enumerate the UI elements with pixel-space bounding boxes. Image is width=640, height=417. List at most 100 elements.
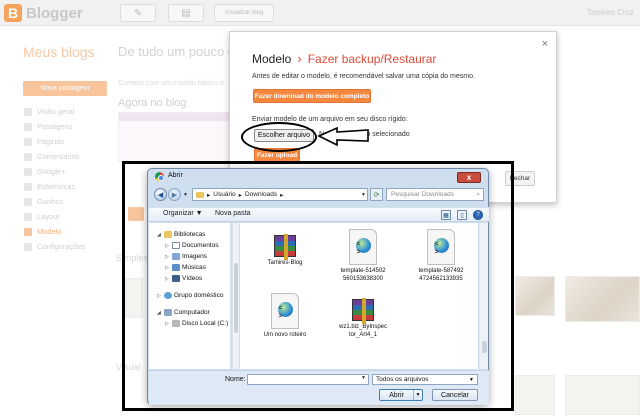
template-thumb[interactable] xyxy=(515,375,555,415)
tree-item[interactable]: ▷ Documentos xyxy=(157,240,228,251)
sidebar-item[interactable]: Páginas xyxy=(24,134,85,149)
navigation-scrollbar[interactable] xyxy=(232,223,239,369)
tree-item-label: Imagens xyxy=(182,253,207,260)
sidebar-item-icon xyxy=(24,122,32,131)
sidebar-item-icon xyxy=(24,107,32,116)
winrar-archive-icon xyxy=(274,234,296,260)
sidebar-item[interactable]: Modelo xyxy=(24,224,85,239)
open-options-chevron-icon[interactable]: ▼ xyxy=(413,390,422,400)
download-template-button[interactable]: Fazer download do modelo completo xyxy=(253,89,371,103)
sidebar-title[interactable]: Meus blogs xyxy=(23,44,95,60)
tree-item[interactable]: ▷ Disco Local (C:) xyxy=(157,318,228,329)
sidebar-item[interactable]: Estatísticas xyxy=(24,179,85,194)
help-icon[interactable]: ? xyxy=(473,210,483,220)
sidebar-menu: Visão geral Postagens Páginas Comentários Go… xyxy=(24,104,85,254)
sidebar-item-icon xyxy=(24,152,32,161)
user-name[interactable]: Tamires Cruz xyxy=(587,8,634,17)
documents-icon xyxy=(172,242,180,249)
tree-toggle-icon[interactable]: ▷ xyxy=(165,265,170,271)
file-type-select[interactable]: Todos os arquivos ▼ xyxy=(372,374,478,385)
file-item[interactable]: Um novo roteiro xyxy=(254,293,316,340)
html-file-icon xyxy=(349,229,377,265)
sidebar-item[interactable]: Comentários xyxy=(24,149,85,164)
template-thumb[interactable] xyxy=(565,375,640,415)
file-item[interactable]: wz1.biz_ByInspec tor_Art4_1 xyxy=(332,293,394,339)
new-post-button[interactable]: Nova postagem xyxy=(23,81,107,96)
sidebar-item[interactable]: Google+ xyxy=(24,164,85,179)
tree-toggle-icon[interactable]: ◢ xyxy=(157,232,162,238)
sidebar-item-icon xyxy=(24,197,32,206)
videos-icon xyxy=(172,275,180,282)
sidebar-item-label: Estatísticas xyxy=(37,182,76,191)
tree-toggle-icon[interactable]: ▷ xyxy=(165,254,170,260)
dialog-close-icon[interactable]: × xyxy=(542,38,548,50)
sidebar-item-icon xyxy=(24,227,32,236)
sidebar-item[interactable]: Visão geral xyxy=(24,104,85,119)
breadcrumb-separator-icon: › xyxy=(297,51,302,66)
sidebar-item[interactable]: Ganhos xyxy=(24,194,85,209)
address-dropdown-chevron-icon[interactable]: ▼ xyxy=(359,188,368,201)
back-arrow-icon[interactable]: ◀ xyxy=(154,188,167,201)
blogger-topbar: B Blogger ✎ ▤ Visualizar blog Tamires Cr… xyxy=(0,0,640,26)
sidebar-item[interactable]: Configurações xyxy=(24,239,85,254)
posts-list-button[interactable]: ▤ xyxy=(168,4,204,22)
address-segment[interactable]: Downloads xyxy=(245,191,277,198)
file-list-scrollbar[interactable] xyxy=(479,223,488,369)
tree-toggle-icon[interactable]: ▷ xyxy=(165,276,170,282)
file-item[interactable]: Tamires-Blog xyxy=(254,229,316,268)
tree-toggle-icon[interactable]: ▷ xyxy=(157,293,162,299)
disk-icon xyxy=(172,320,180,327)
current-blog-preview[interactable] xyxy=(118,112,234,162)
tree-toggle-icon[interactable]: ▷ xyxy=(165,321,170,327)
file-name-input[interactable]: ▼ xyxy=(247,374,369,385)
address-separator-icon: ▸ xyxy=(207,191,211,199)
pages-icon: ▤ xyxy=(181,7,191,19)
tree-item-label: Documentos xyxy=(182,242,219,249)
address-segment[interactable]: Usuário xyxy=(213,191,235,198)
file-name: template-514502 560153638300 xyxy=(340,268,386,282)
sidebar-item-label: Ganhos xyxy=(37,197,64,206)
template-thumb[interactable] xyxy=(515,276,555,316)
cancel-button[interactable]: Cancelar xyxy=(432,389,478,401)
sidebar-item-label: Postagens xyxy=(37,122,73,131)
forward-arrow-icon[interactable]: ▶ xyxy=(168,188,181,201)
refresh-icon[interactable]: ⟳ xyxy=(370,188,383,201)
search-input[interactable]: Pesquisar Downloads ⌕ xyxy=(386,188,484,201)
open-button[interactable]: Abrir ▼ xyxy=(379,389,423,401)
tree-toggle-icon[interactable]: ▷ xyxy=(165,243,170,249)
recent-pages-chevron-icon[interactable]: ▼ xyxy=(183,192,188,198)
sidebar-item[interactable]: Layout xyxy=(24,209,85,224)
tree-toggle-icon[interactable]: ◢ xyxy=(157,310,162,316)
organize-menu[interactable]: Organizar ▼ xyxy=(163,210,203,217)
change-view-icon[interactable]: ▦ xyxy=(441,210,451,220)
search-placeholder: Pesquisar Downloads xyxy=(391,191,454,198)
new-post-pencil-button[interactable]: ✎ xyxy=(120,4,156,22)
sidebar-item-label: Layout xyxy=(37,212,60,221)
tree-item[interactable]: ▷ Imagens xyxy=(157,251,228,262)
file-name: template-587492 4724562133935 xyxy=(418,268,464,282)
file-name: wz1.biz_ByInspec tor_Art4_1 xyxy=(338,324,388,338)
file-item[interactable]: template-587492 4724562133935 xyxy=(410,229,472,283)
blogger-logo[interactable]: B Blogger xyxy=(4,4,83,22)
tree-item[interactable]: ◢ Computador xyxy=(157,307,228,318)
address-bar[interactable]: ▸ Usuário ▸ Downloads ▸ xyxy=(192,188,368,201)
template-thumb[interactable] xyxy=(565,276,640,322)
winrar-archive-icon xyxy=(352,298,374,324)
preview-pane-icon[interactable]: ▯ xyxy=(457,210,467,220)
sidebar-item-icon xyxy=(24,182,32,191)
tree-item[interactable]: ▷ Vídeos xyxy=(157,273,228,284)
tree-item[interactable]: ▷ Músicas xyxy=(157,262,228,273)
tree-item-label: Vídeos xyxy=(182,275,203,282)
breadcrumb-template[interactable]: Modelo xyxy=(252,52,291,66)
sidebar-item-label: Comentários xyxy=(37,152,80,161)
new-folder-button[interactable]: Nova pasta xyxy=(215,210,250,217)
file-item[interactable]: template-514502 560153638300 xyxy=(332,229,394,283)
file-name-chevron-icon[interactable]: ▼ xyxy=(361,375,366,381)
tree-item[interactable]: ◢ Bibliotecas xyxy=(157,229,228,240)
view-blog-button[interactable]: Visualizar blog xyxy=(214,4,274,22)
sidebar-item[interactable]: Postagens xyxy=(24,119,85,134)
tree-item[interactable]: ▷ Grupo doméstico xyxy=(157,290,228,301)
window-close-button[interactable]: x xyxy=(457,172,481,183)
file-name-label: Nome: xyxy=(225,376,246,383)
blogger-logo-text: Blogger xyxy=(26,4,83,22)
